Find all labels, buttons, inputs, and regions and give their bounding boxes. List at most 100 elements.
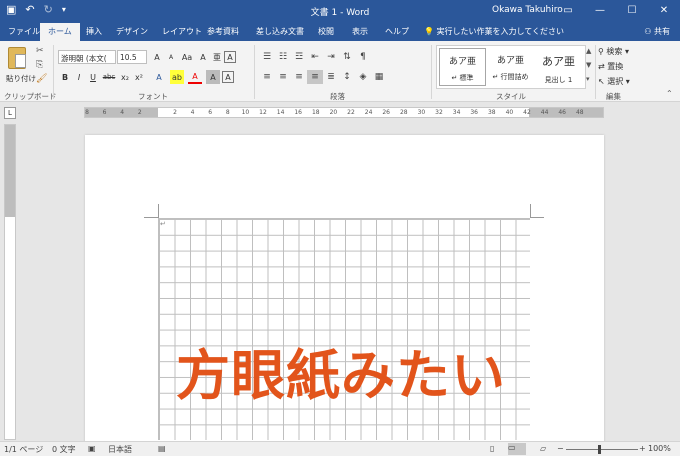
zoom-level[interactable]: 100% [648,444,671,453]
style-preview: あア亜 [448,57,476,67]
line-spacing-icon[interactable]: ↕ [339,70,355,84]
enclose-characters-button[interactable]: A [224,51,236,63]
justify-icon[interactable]: ≡ [307,70,323,84]
page-count[interactable]: 1/1 ページ [4,444,43,455]
group-divider [595,45,596,99]
increase-indent-icon[interactable]: ⇥ [323,50,339,64]
tab-view[interactable]: 表示 [352,26,368,37]
tab-references[interactable]: 参考資料 [207,26,239,37]
ruler-number: 16 [294,109,303,116]
style-name: ↵ 行間詰め [492,73,529,81]
numbering-icon[interactable]: ☷ [275,50,291,64]
cut-icon[interactable]: ✂ [36,46,44,56]
ruler-number: 30 [417,109,426,116]
proofing-icon[interactable]: ▣ [88,444,96,453]
style-no-spacing[interactable]: あア亜 ↵ 行間詰め [487,48,534,86]
zoom-slider[interactable] [566,449,638,450]
paste-button-label[interactable]: 貼り付け [6,73,36,84]
ruler-number: 4 [120,109,125,116]
maximize-icon[interactable]: ☐ [616,0,648,21]
ruler-number: 6 [102,109,107,116]
more-styles-icon[interactable]: ▾ [586,75,590,83]
macro-recording-icon[interactable]: ▤ [158,444,166,453]
decrease-indent-icon[interactable]: ⇤ [307,50,323,64]
distributed-icon[interactable]: ≣ [323,70,339,84]
align-center-icon[interactable]: ≡ [275,70,291,84]
zoom-slider-thumb[interactable] [598,445,601,454]
zoom-out-icon[interactable]: − [557,444,564,453]
clear-formatting-button[interactable]: A [196,50,210,64]
align-right-icon[interactable]: ≡ [291,70,307,84]
shading-icon[interactable]: ◈ [355,70,371,84]
top-margin-area [5,125,15,217]
align-left-icon[interactable]: ≡ [259,70,275,84]
font-name-box[interactable]: 游明朝 (本文( [58,50,116,64]
find-button[interactable]: ⚲ 検索 ▾ [598,46,629,57]
zoom-in-icon[interactable]: + [639,444,646,453]
font-color-button[interactable]: A [188,70,202,84]
scroll-down-icon[interactable]: ▼ [586,61,591,69]
share-button[interactable]: ⚇ 共有 [644,26,670,37]
tell-me-search[interactable]: 💡 実行したい作業を入力してください [424,26,564,37]
character-border-button[interactable]: A [222,71,234,83]
ruler-number: 14 [276,109,285,116]
collapse-ribbon-icon[interactable]: ⌃ [666,89,673,98]
ruler-number: 34 [452,109,461,116]
strikethrough-button[interactable]: abc [100,70,118,84]
copy-icon[interactable]: ⎘ [36,60,43,70]
word-count[interactable]: 0 文字 [52,444,76,455]
bullets-icon[interactable]: ☰ [259,50,275,64]
style-normal[interactable]: あア亜 ↵ 標準 [439,48,486,86]
format-painter-icon[interactable]: 🖌 [36,74,47,84]
tab-home[interactable]: ホーム [40,23,80,41]
text-effects-button[interactable]: A [152,70,166,84]
paste-icon[interactable] [8,47,26,69]
italic-button[interactable]: I [72,70,86,84]
shrink-font-button[interactable]: A [164,50,178,64]
margin-corner-mark [530,217,544,218]
multilevel-list-icon[interactable]: ☲ [291,50,307,64]
superscript-button[interactable]: x² [132,70,146,84]
horizontal-ruler[interactable]: 8 6 4 2 2 4 6 8 10 12 14 16 18 20 22 24 26 28 30 32 34 36 38 40… [84,107,604,118]
tab-review[interactable]: 校閲 [318,26,334,37]
tab-help[interactable]: ヘルプ [385,26,409,37]
font-group-label: フォント [138,92,168,101]
subscript-button[interactable]: x₂ [118,70,132,84]
bold-button[interactable]: B [58,70,72,84]
tab-layout[interactable]: レイアウト [162,26,202,37]
style-preview: あア亜 [542,55,575,68]
grow-font-button[interactable]: A [150,50,164,64]
styles-gallery: あア亜 ↵ 標準 あア亜 ↵ 行間詰め あア亜 見出し 1 [436,45,586,89]
tab-selector[interactable]: L [4,107,16,119]
language-indicator[interactable]: 日本語 [108,444,132,455]
underline-button[interactable]: U [86,70,100,84]
borders-icon[interactable]: ▦ [371,70,387,84]
style-heading-1[interactable]: あア亜 見出し 1 [535,48,582,86]
style-name: ↵ 標準 [451,74,474,82]
tab-file[interactable]: ファイル [8,26,40,37]
ribbon-display-options-icon[interactable]: ▭ [552,0,584,21]
style-preview: あア亜 [496,56,524,66]
change-case-button[interactable]: Aa [178,50,196,64]
tab-insert[interactable]: 挿入 [86,26,102,37]
web-layout-icon[interactable]: ▱ [540,444,546,453]
print-layout-icon[interactable]: ▭ [508,443,526,455]
tab-mailings[interactable]: 差し込み文書 [256,26,304,37]
minimize-icon[interactable]: — [584,0,616,21]
scroll-up-icon[interactable]: ▲ [586,47,591,55]
ruler-number: 42 [523,109,531,116]
close-icon[interactable]: ✕ [648,0,680,21]
vertical-ruler[interactable] [4,124,16,440]
phonetic-guide-button[interactable]: 亜 [210,50,224,64]
highlight-color-button[interactable]: ab [170,70,184,84]
character-shading-button[interactable]: A [206,70,220,84]
document-headline-text[interactable]: 方眼紙みたい [176,348,506,404]
paragraph-mark: ↵ [160,220,166,228]
select-button[interactable]: ↖ 選択 ▾ [598,76,630,87]
read-mode-icon[interactable]: ▯ [490,444,494,453]
replace-button[interactable]: ⇄ 置換 [598,61,623,72]
tab-design[interactable]: デザイン [116,26,148,37]
show-marks-icon[interactable]: ¶ [355,50,371,64]
font-size-box[interactable]: 10.5 [117,50,147,64]
sort-icon[interactable]: ⇅ [339,50,355,64]
